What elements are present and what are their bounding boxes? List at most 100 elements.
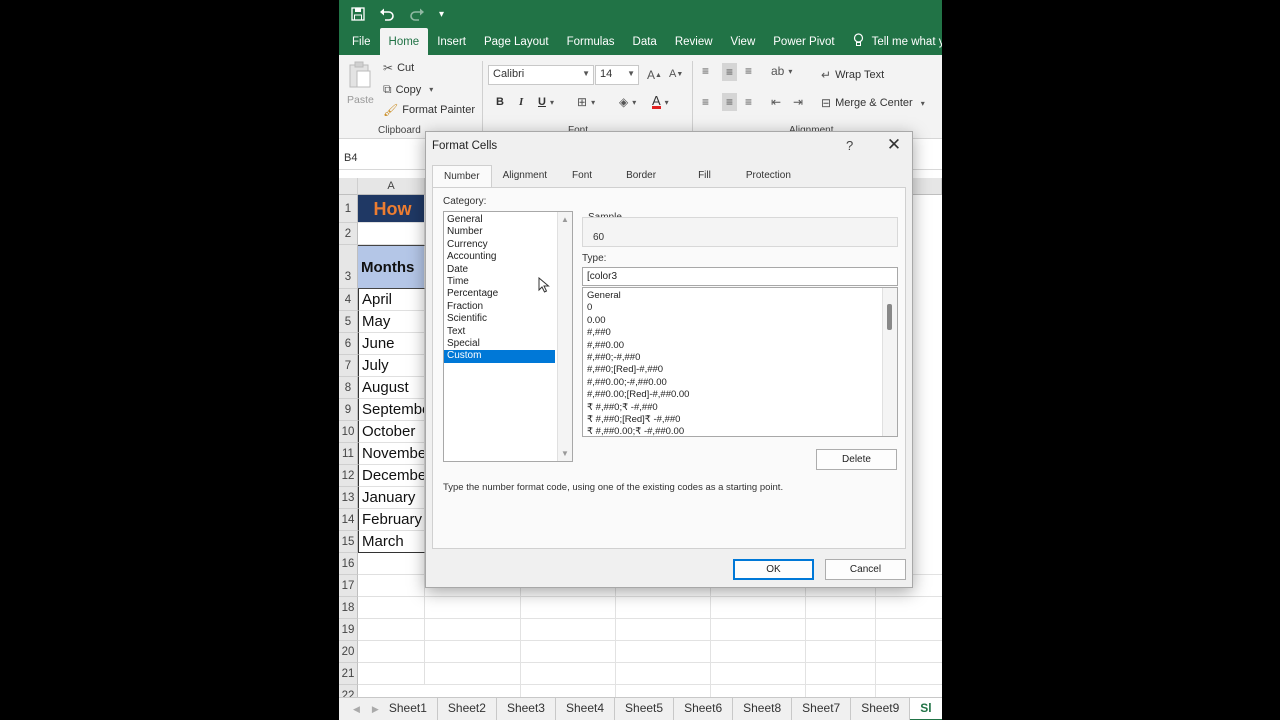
borders-button[interactable]: ⊞ ▾ xyxy=(577,95,595,109)
month-cell[interactable]: March xyxy=(358,531,425,553)
list-item[interactable]: General xyxy=(583,290,897,302)
cut-button[interactable]: ✂ Cut xyxy=(383,61,414,75)
row-header[interactable]: 14 xyxy=(339,509,358,531)
sheet-tab[interactable]: Sheet7 xyxy=(792,697,852,720)
sheet-tab[interactable]: Sheet4 xyxy=(556,697,616,720)
month-cell[interactable]: January xyxy=(358,487,425,509)
list-item[interactable]: General xyxy=(444,214,555,226)
row-header[interactable]: 5 xyxy=(339,311,358,333)
list-item[interactable]: Text xyxy=(444,326,555,338)
category-scrollbar[interactable]: ▲ ▼ xyxy=(557,212,572,461)
underline-button[interactable]: U ▾ xyxy=(538,96,554,108)
month-cell[interactable]: August xyxy=(358,377,425,399)
list-item[interactable]: Date xyxy=(444,264,555,276)
list-item[interactable]: ₹ #,##0;₹ -#,##0 xyxy=(583,402,897,414)
increase-font-button[interactable]: A ▲ xyxy=(647,68,662,82)
align-top-button[interactable]: ≡ xyxy=(702,64,709,78)
sheet-tab[interactable]: Sheet9 xyxy=(851,697,911,720)
row-header[interactable]: 10 xyxy=(339,421,358,443)
row-header[interactable]: 11 xyxy=(339,443,358,465)
row-header[interactable]: 13 xyxy=(339,487,358,509)
row-header[interactable]: 2 xyxy=(339,223,358,245)
cell[interactable] xyxy=(358,641,425,663)
tab-review[interactable]: Review xyxy=(666,28,722,55)
column-header-a[interactable]: A xyxy=(358,178,425,195)
cell[interactable] xyxy=(358,663,425,685)
tab-view[interactable]: View xyxy=(722,28,765,55)
cell[interactable] xyxy=(358,597,425,619)
row-header[interactable]: 6 xyxy=(339,333,358,355)
list-item[interactable]: #,##0.00 xyxy=(583,340,897,352)
cancel-button[interactable]: Cancel xyxy=(825,559,906,580)
list-item[interactable]: #,##0;-#,##0 xyxy=(583,352,897,364)
scroll-right-icon[interactable]: ▶ xyxy=(372,704,379,715)
month-cell[interactable]: April xyxy=(358,289,425,311)
row-header[interactable]: 17 xyxy=(339,575,358,597)
sheet-tab[interactable]: Sheet8 xyxy=(733,697,793,720)
sheet-nav[interactable]: ◀ ▶ xyxy=(339,704,379,715)
tab-data[interactable]: Data xyxy=(624,28,666,55)
tab-protection[interactable]: Protection xyxy=(735,165,802,187)
month-cell[interactable]: October xyxy=(358,421,425,443)
sheet-tab[interactable]: Sheet6 xyxy=(674,697,734,720)
align-bottom-button[interactable]: ≡ xyxy=(745,64,752,78)
row-header[interactable]: 16 xyxy=(339,553,358,575)
fill-color-button[interactable]: ◈ ▾ xyxy=(619,95,636,109)
tell-me-search[interactable]: Tell me what y xyxy=(844,28,942,55)
scroll-down-icon[interactable]: ▼ xyxy=(561,449,569,458)
cell[interactable] xyxy=(358,223,425,245)
sheet-tab[interactable]: Sheet3 xyxy=(497,697,556,720)
title-cell[interactable]: How xyxy=(358,195,425,223)
merge-center-button[interactable]: ⊟ Merge & Center ▾ xyxy=(821,96,925,110)
redo-icon[interactable] xyxy=(409,7,425,21)
decrease-font-button[interactable]: A ▼ xyxy=(669,68,683,80)
tab-power-pivot[interactable]: Power Pivot xyxy=(764,28,843,55)
font-name-combo[interactable]: Calibri ▼ xyxy=(488,65,594,85)
wrap-text-button[interactable]: ↵ Wrap Text xyxy=(821,68,884,82)
month-cell[interactable]: May xyxy=(358,311,425,333)
row-header[interactable]: 19 xyxy=(339,619,358,641)
list-item[interactable]: 0 xyxy=(583,302,897,314)
list-item[interactable]: Special xyxy=(444,338,555,350)
copy-button[interactable]: ⧉ Copy ▾ xyxy=(383,82,433,97)
ok-button[interactable]: OK xyxy=(733,559,814,580)
tab-page-layout[interactable]: Page Layout xyxy=(475,28,558,55)
decrease-indent-button[interactable]: ⇤ xyxy=(771,95,781,109)
align-left-button[interactable]: ≡ xyxy=(702,95,709,109)
list-item[interactable]: ₹ #,##0;[Red]₹ -#,##0 xyxy=(583,414,897,426)
list-item[interactable]: 0.00 xyxy=(583,315,897,327)
month-cell[interactable]: February xyxy=(358,509,425,531)
scroll-left-icon[interactable]: ◀ xyxy=(353,704,360,715)
format-code-list[interactable]: General 0 0.00 #,##0 #,##0.00 #,##0;-#,#… xyxy=(582,287,898,437)
name-box[interactable]: B4 xyxy=(341,150,425,168)
select-all-corner[interactable] xyxy=(339,178,358,195)
tab-home[interactable]: Home xyxy=(379,28,429,55)
tab-font[interactable]: Font xyxy=(558,165,614,187)
font-color-button[interactable]: A ▾ xyxy=(652,94,669,109)
list-item[interactable]: Scientific xyxy=(444,313,555,325)
paste-button[interactable]: Paste xyxy=(347,61,374,106)
close-button[interactable]: ✕ xyxy=(884,135,904,155)
align-right-button[interactable]: ≡ xyxy=(745,95,752,109)
format-painter-button[interactable]: 🖌 Format Painter xyxy=(383,103,475,117)
align-middle-button[interactable]: ≡ xyxy=(722,63,738,81)
type-input[interactable]: [color3 xyxy=(582,267,898,286)
category-list[interactable]: General Number Currency Accounting Date … xyxy=(443,211,573,462)
month-cell[interactable]: Septembe xyxy=(358,399,425,421)
month-cell[interactable]: July xyxy=(358,355,425,377)
cell[interactable] xyxy=(358,575,425,597)
row-header[interactable]: 15 xyxy=(339,531,358,553)
row-header[interactable]: 3 xyxy=(339,245,358,289)
list-item[interactable]: Fraction xyxy=(444,301,555,313)
sheet-tab[interactable]: Sheet5 xyxy=(615,697,675,720)
month-cell[interactable]: June xyxy=(358,333,425,355)
list-item[interactable]: #,##0.00;-#,##0.00 xyxy=(583,377,897,389)
row-header[interactable]: 12 xyxy=(339,465,358,487)
bold-button[interactable]: B xyxy=(496,96,504,108)
list-item-selected[interactable]: Custom xyxy=(444,350,555,363)
list-item[interactable]: #,##0;[Red]-#,##0 xyxy=(583,364,897,376)
save-icon[interactable] xyxy=(351,7,365,21)
scrollbar-thumb[interactable] xyxy=(887,304,892,330)
list-item[interactable]: Currency xyxy=(444,239,555,251)
month-cell[interactable]: Novembe xyxy=(358,443,425,465)
